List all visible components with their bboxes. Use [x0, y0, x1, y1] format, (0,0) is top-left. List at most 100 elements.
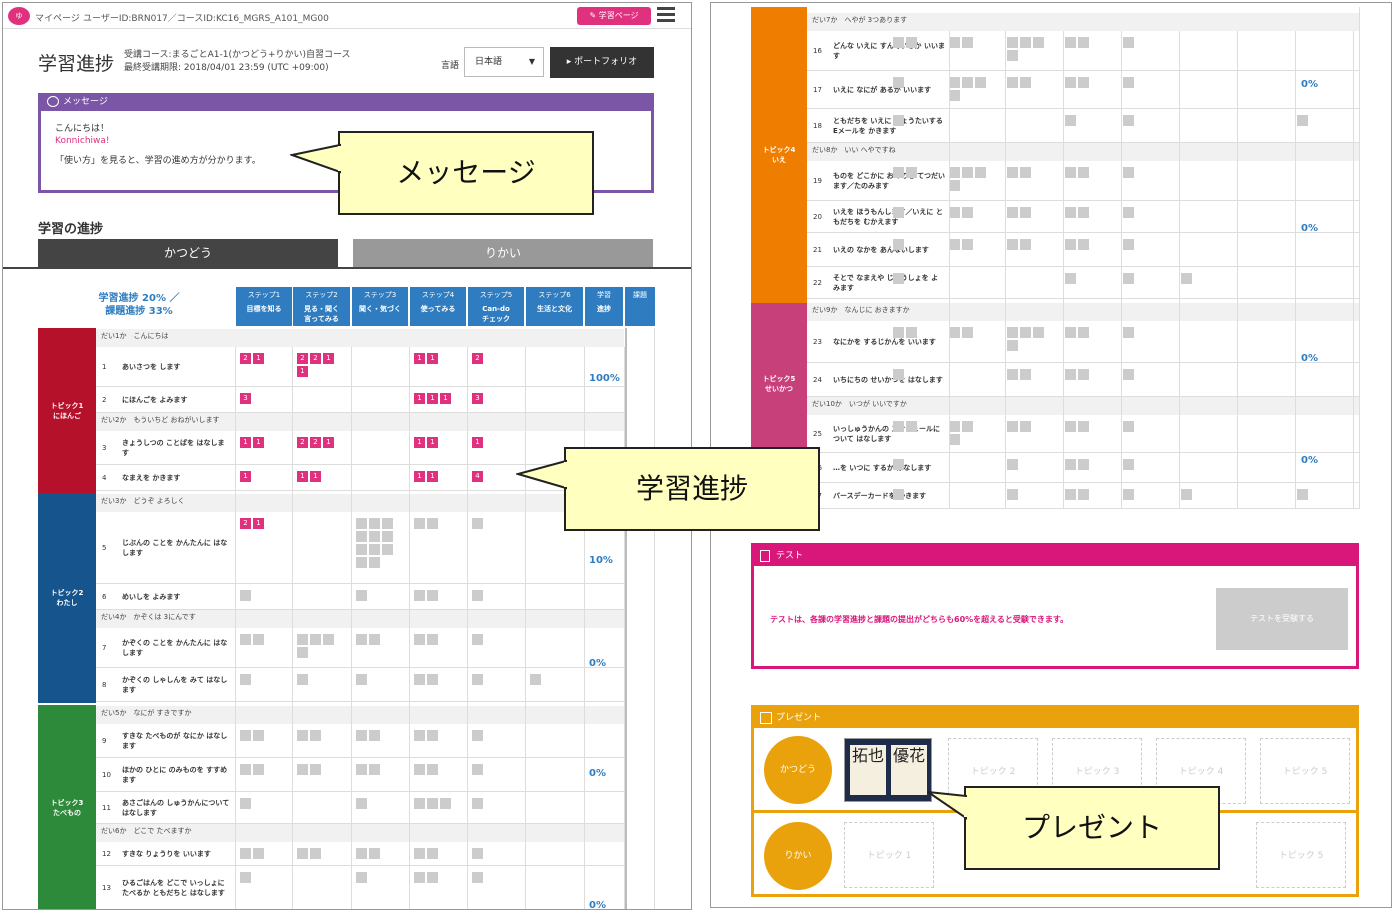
progress-mark-done[interactable]: 1 [414, 353, 425, 364]
document-icon [760, 550, 770, 562]
progress-mark-done[interactable]: 1 [427, 353, 438, 364]
progress-mark-done[interactable]: 1 [323, 353, 334, 364]
step-cell: 221 [293, 433, 350, 450]
progress-mark-done[interactable]: 1 [414, 471, 425, 482]
item-number: 4 [102, 473, 107, 482]
progress-mark-done[interactable]: 1 [253, 518, 264, 529]
hamburger-menu-icon[interactable] [657, 7, 675, 23]
progress-mark-done[interactable]: 1 [427, 393, 438, 404]
progress-mark-done[interactable]: 1 [253, 437, 264, 448]
step-cell [1119, 111, 1176, 128]
progress-summary-assignment: 課題進捗 33% [105, 306, 173, 317]
progress-mark-done[interactable]: 2 [297, 437, 308, 448]
item-title: すきな りょうりを いいます [122, 849, 211, 858]
progress-mark-empty [414, 634, 425, 645]
mypage-link[interactable]: マイページ [35, 11, 80, 24]
test-message: テストは、各課の学習進捗と課題の提出がどちらも60%を超えると受験できます。 [770, 615, 1069, 624]
step-cell [1003, 203, 1060, 220]
study-page-button[interactable]: ✎ 学習ページ [577, 7, 651, 25]
progress-mark-empty [310, 634, 321, 645]
step-cell [889, 111, 944, 128]
grid-line [235, 347, 236, 909]
step-cell [468, 630, 524, 647]
progress-mark-done[interactable]: 3 [472, 393, 483, 404]
step-cell [352, 760, 408, 777]
step-cell [468, 670, 524, 687]
progress-mark-done[interactable]: 1 [310, 471, 321, 482]
step-cell [352, 514, 408, 570]
progress-mark-empty [1020, 327, 1031, 338]
logo: ゆ [8, 7, 30, 25]
study-page-label: 学習ページ [598, 11, 639, 20]
progress-mark-done[interactable]: 1 [427, 437, 438, 448]
lesson-header: だい4か かぞくは 3にんです [96, 610, 624, 628]
table-row[interactable]: 2 にほんごを よみます [96, 387, 624, 413]
progress-mark-empty [1078, 369, 1089, 380]
tab-katsudou[interactable]: かつどう [38, 239, 338, 267]
progress-mark-done[interactable]: 1 [240, 437, 251, 448]
lesson-header: だい3か どうぞ よろしく [96, 494, 624, 512]
course-deadline: 最終受講期限: 2018/04/01 23:59 (UTC +09:00) [124, 63, 329, 73]
progress-mark-done[interactable]: 1 [414, 437, 425, 448]
progress-mark-done[interactable]: 1 [240, 471, 251, 482]
progress-mark-done[interactable]: 1 [323, 437, 334, 448]
grid-line [1005, 31, 1006, 509]
progress-mark-empty [356, 730, 367, 741]
item-title: かぞくの しゃしんを みて はなします [122, 675, 228, 694]
language-select[interactable]: 日本語 ▼ [464, 47, 544, 77]
present-slot-empty: トピック 5 [1256, 822, 1346, 888]
progress-mark-empty [1007, 207, 1018, 218]
progress-mark-empty [414, 730, 425, 741]
table-row[interactable]: 1 あいさつを します [96, 347, 624, 387]
progress-mark-empty [472, 798, 483, 809]
grid-line [949, 31, 950, 509]
progress-mark-empty [427, 674, 438, 685]
progress-mark-empty [1065, 489, 1076, 500]
take-test-button[interactable]: テストを受験する [1216, 588, 1348, 650]
progress-mark-empty [356, 798, 367, 809]
step-header-title: 課題 [633, 291, 647, 299]
step-header-5: ステップ5 Can-do チェック [468, 287, 524, 326]
progress-mark-empty [1007, 77, 1018, 88]
present-image-card[interactable]: 拓也 優花 [844, 738, 932, 802]
progress-mark-done[interactable]: 4 [472, 471, 483, 482]
progress-mark-done[interactable]: 3 [240, 393, 251, 404]
progress-mark-done[interactable]: 1 [440, 393, 451, 404]
tab-rikai[interactable]: りかい [353, 239, 653, 267]
grid-line [409, 347, 410, 909]
item-number: 1 [102, 362, 107, 371]
step-cell [352, 844, 408, 861]
item-number: 11 [102, 803, 111, 812]
progress-mark-empty [1065, 77, 1076, 88]
progress-mark-empty [253, 730, 264, 741]
topic-bar-right-5: トピック5 せいかつ [751, 303, 807, 465]
progress-mark-empty [1020, 239, 1031, 250]
progress-mark-empty [382, 531, 393, 542]
message-header: メッセージ [41, 93, 651, 111]
present-card-2: 優花 [891, 745, 927, 795]
progress-mark-done[interactable]: 1 [427, 471, 438, 482]
step-cell [236, 586, 292, 603]
portfolio-button[interactable]: ▸ ポートフォリオ [550, 47, 654, 78]
item-number: 23 [813, 337, 822, 346]
step-cell [293, 760, 350, 777]
progress-mark-done[interactable]: 1 [253, 353, 264, 364]
progress-mark-done[interactable]: 2 [310, 437, 321, 448]
progress-mark-done[interactable]: 1 [297, 366, 308, 377]
progress-mark-done[interactable]: 2 [310, 353, 321, 364]
progress-mark-done[interactable]: 2 [240, 353, 251, 364]
progress-mark-done[interactable]: 2 [472, 353, 483, 364]
step-cell [410, 726, 466, 743]
step-cell [1061, 417, 1118, 434]
progress-mark-empty [356, 544, 367, 555]
progress-mark-done[interactable]: 1 [472, 437, 483, 448]
step-cell: 21 [236, 349, 292, 366]
progress-mark-done[interactable]: 1 [414, 393, 425, 404]
progress-mark-empty [949, 327, 960, 338]
progress-mark-done[interactable]: 2 [297, 353, 308, 364]
callout-message: メッセージ [338, 131, 594, 215]
progress-mark-empty [1007, 327, 1018, 338]
progress-mark-done[interactable]: 1 [297, 471, 308, 482]
progress-mark-done[interactable]: 2 [240, 518, 251, 529]
language-value: 日本語 [475, 57, 503, 67]
